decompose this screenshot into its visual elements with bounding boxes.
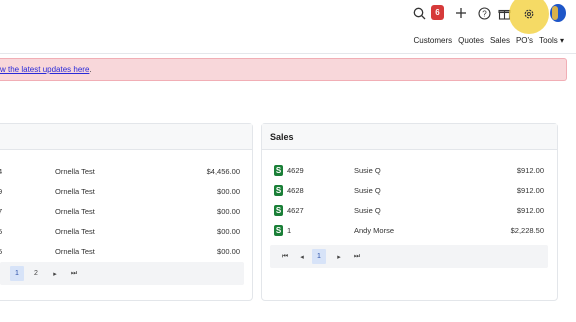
help-icon[interactable]: ? [477,6,491,20]
svg-text:?: ? [482,9,487,18]
last-page-icon[interactable]: ⏭ [350,249,364,264]
sale-number[interactable]: 4629 [287,166,304,175]
sale-number[interactable]: 4627 [287,206,304,215]
sale-amount: $912.00 [516,186,544,195]
table-row-amount: $00.00 [217,207,240,216]
notification-badge[interactable]: 6 [431,5,444,20]
prev-page-icon[interactable]: ◂ [295,249,309,264]
table-row-number[interactable]: 4 [0,167,2,176]
page-2-button[interactable]: 2 [29,266,43,281]
table-row-customer: Ornella Test [55,247,95,256]
nav-quotes[interactable]: Quotes [458,36,484,45]
table-row-amount: $4,456.00 [206,167,240,176]
last-page-icon[interactable]: ⏭ [67,266,81,281]
sales-card-title: Sales [262,124,557,150]
sale-amount: $2,228.50 [510,226,544,235]
sale-status-badge: S [274,185,283,196]
sale-status-badge: S [274,165,283,176]
table-row-amount: $00.00 [217,247,240,256]
top-toolbar: 6 ? [0,0,576,34]
sale-number[interactable]: 4628 [287,186,304,195]
table-row-number[interactable]: 7 [0,207,2,216]
first-page-icon[interactable]: ⏮ [278,249,292,264]
sale-amount: $912.00 [516,166,544,175]
table-row-customer: Ornella Test [55,187,95,196]
sale-customer: Susie Q [354,186,381,195]
sale-amount: $912.00 [516,206,544,215]
table-row-customer: Ornella Test [55,167,95,176]
table-row-amount: $00.00 [217,187,240,196]
nav-pos[interactable]: PO's [516,36,533,45]
nav-customers[interactable]: Customers [413,36,452,45]
alert-banner: w the latest updates here. [0,58,567,81]
sale-status-badge: S [274,205,283,216]
table-row-customer: Ornella Test [55,227,95,236]
sale-status-badge: S [274,225,283,236]
left-card-header [0,124,252,150]
nav-tools[interactable]: Tools ▾ [539,36,564,45]
avatar[interactable] [550,4,566,22]
search-icon[interactable] [412,6,426,20]
table-row-number[interactable]: 5 [0,247,2,256]
nav-sales[interactable]: Sales [490,36,510,45]
table-row-number[interactable]: 9 [0,187,2,196]
next-page-icon[interactable]: ▸ [48,266,62,281]
table-row-customer: Ornella Test [55,207,95,216]
sales-pager: ⏮ ◂ 1 ▸ ⏭ [270,245,548,268]
table-row-amount: $00.00 [217,227,240,236]
page-1-button[interactable]: 1 [312,249,326,264]
main-nav: Customers Quotes Sales PO's Tools ▾ [413,36,564,45]
header-divider [0,53,576,54]
next-page-icon[interactable]: ▸ [332,249,346,264]
left-pager: 1 2 ▸ ⏭ [0,262,244,285]
notification-count: 6 [435,8,440,17]
sale-customer: Susie Q [354,166,381,175]
sale-number[interactable]: 1 [287,226,291,235]
updates-link[interactable]: w the latest updates here [0,65,89,74]
plus-icon[interactable] [454,6,468,20]
sale-customer: Andy Morse [354,226,395,235]
gear-icon[interactable] [522,7,535,20]
table-row-number[interactable]: 5 [0,227,2,236]
page-1-button[interactable]: 1 [10,266,24,281]
sale-customer: Susie Q [354,206,381,215]
